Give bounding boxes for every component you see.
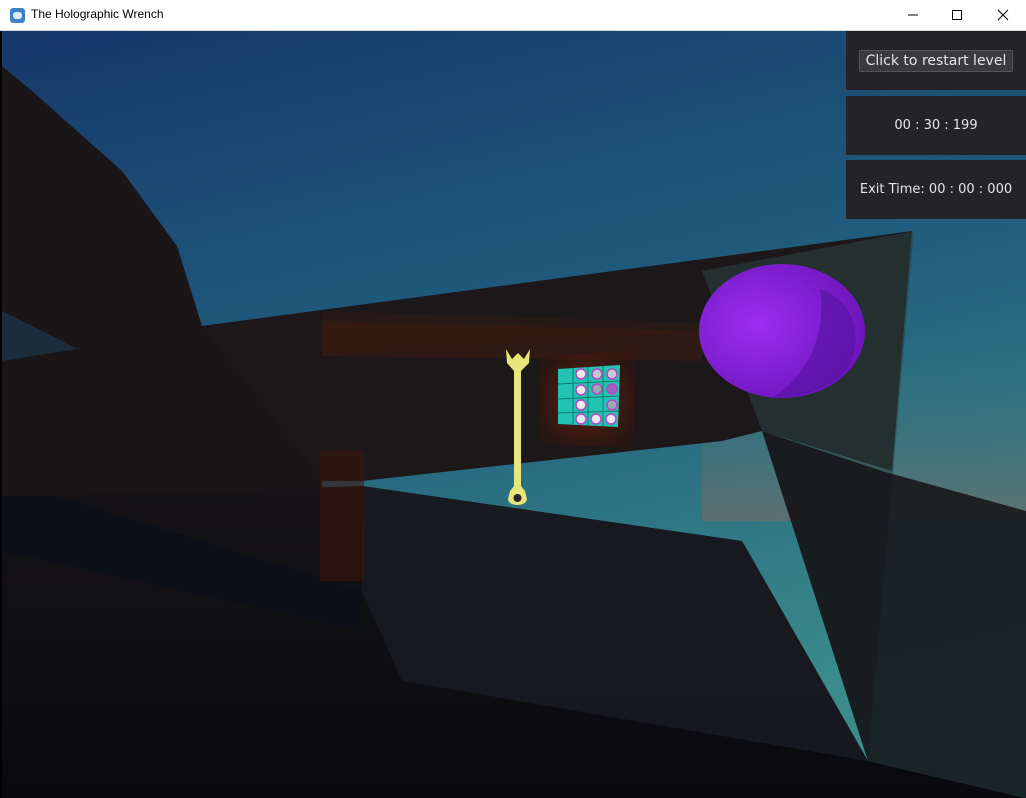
maximize-icon: [952, 10, 962, 20]
timer-panel: 00 : 30 : 199: [846, 96, 1026, 155]
restart-panel: Click to restart level: [846, 31, 1026, 90]
purple-sphere[interactable]: [699, 264, 865, 399]
exit-time-panel: Exit Time: 00 : 00 : 000: [846, 160, 1026, 219]
title-bar[interactable]: The Holographic Wrench: [0, 0, 1026, 31]
godot-icon: [10, 8, 25, 23]
window-title: The Holographic Wrench: [31, 7, 164, 21]
puzzle-grid-panel[interactable]: [539, 350, 636, 449]
minimize-icon: [908, 14, 918, 16]
restart-level-button[interactable]: Click to restart level: [858, 49, 1014, 72]
level-timer: 00 : 30 : 199: [894, 118, 978, 133]
exit-time-label: Exit Time: 00 : 00 : 000: [859, 182, 1013, 197]
minimize-button[interactable]: [890, 0, 936, 30]
close-icon: [997, 9, 1009, 21]
maximize-button[interactable]: [934, 0, 980, 30]
close-button[interactable]: [980, 0, 1026, 30]
